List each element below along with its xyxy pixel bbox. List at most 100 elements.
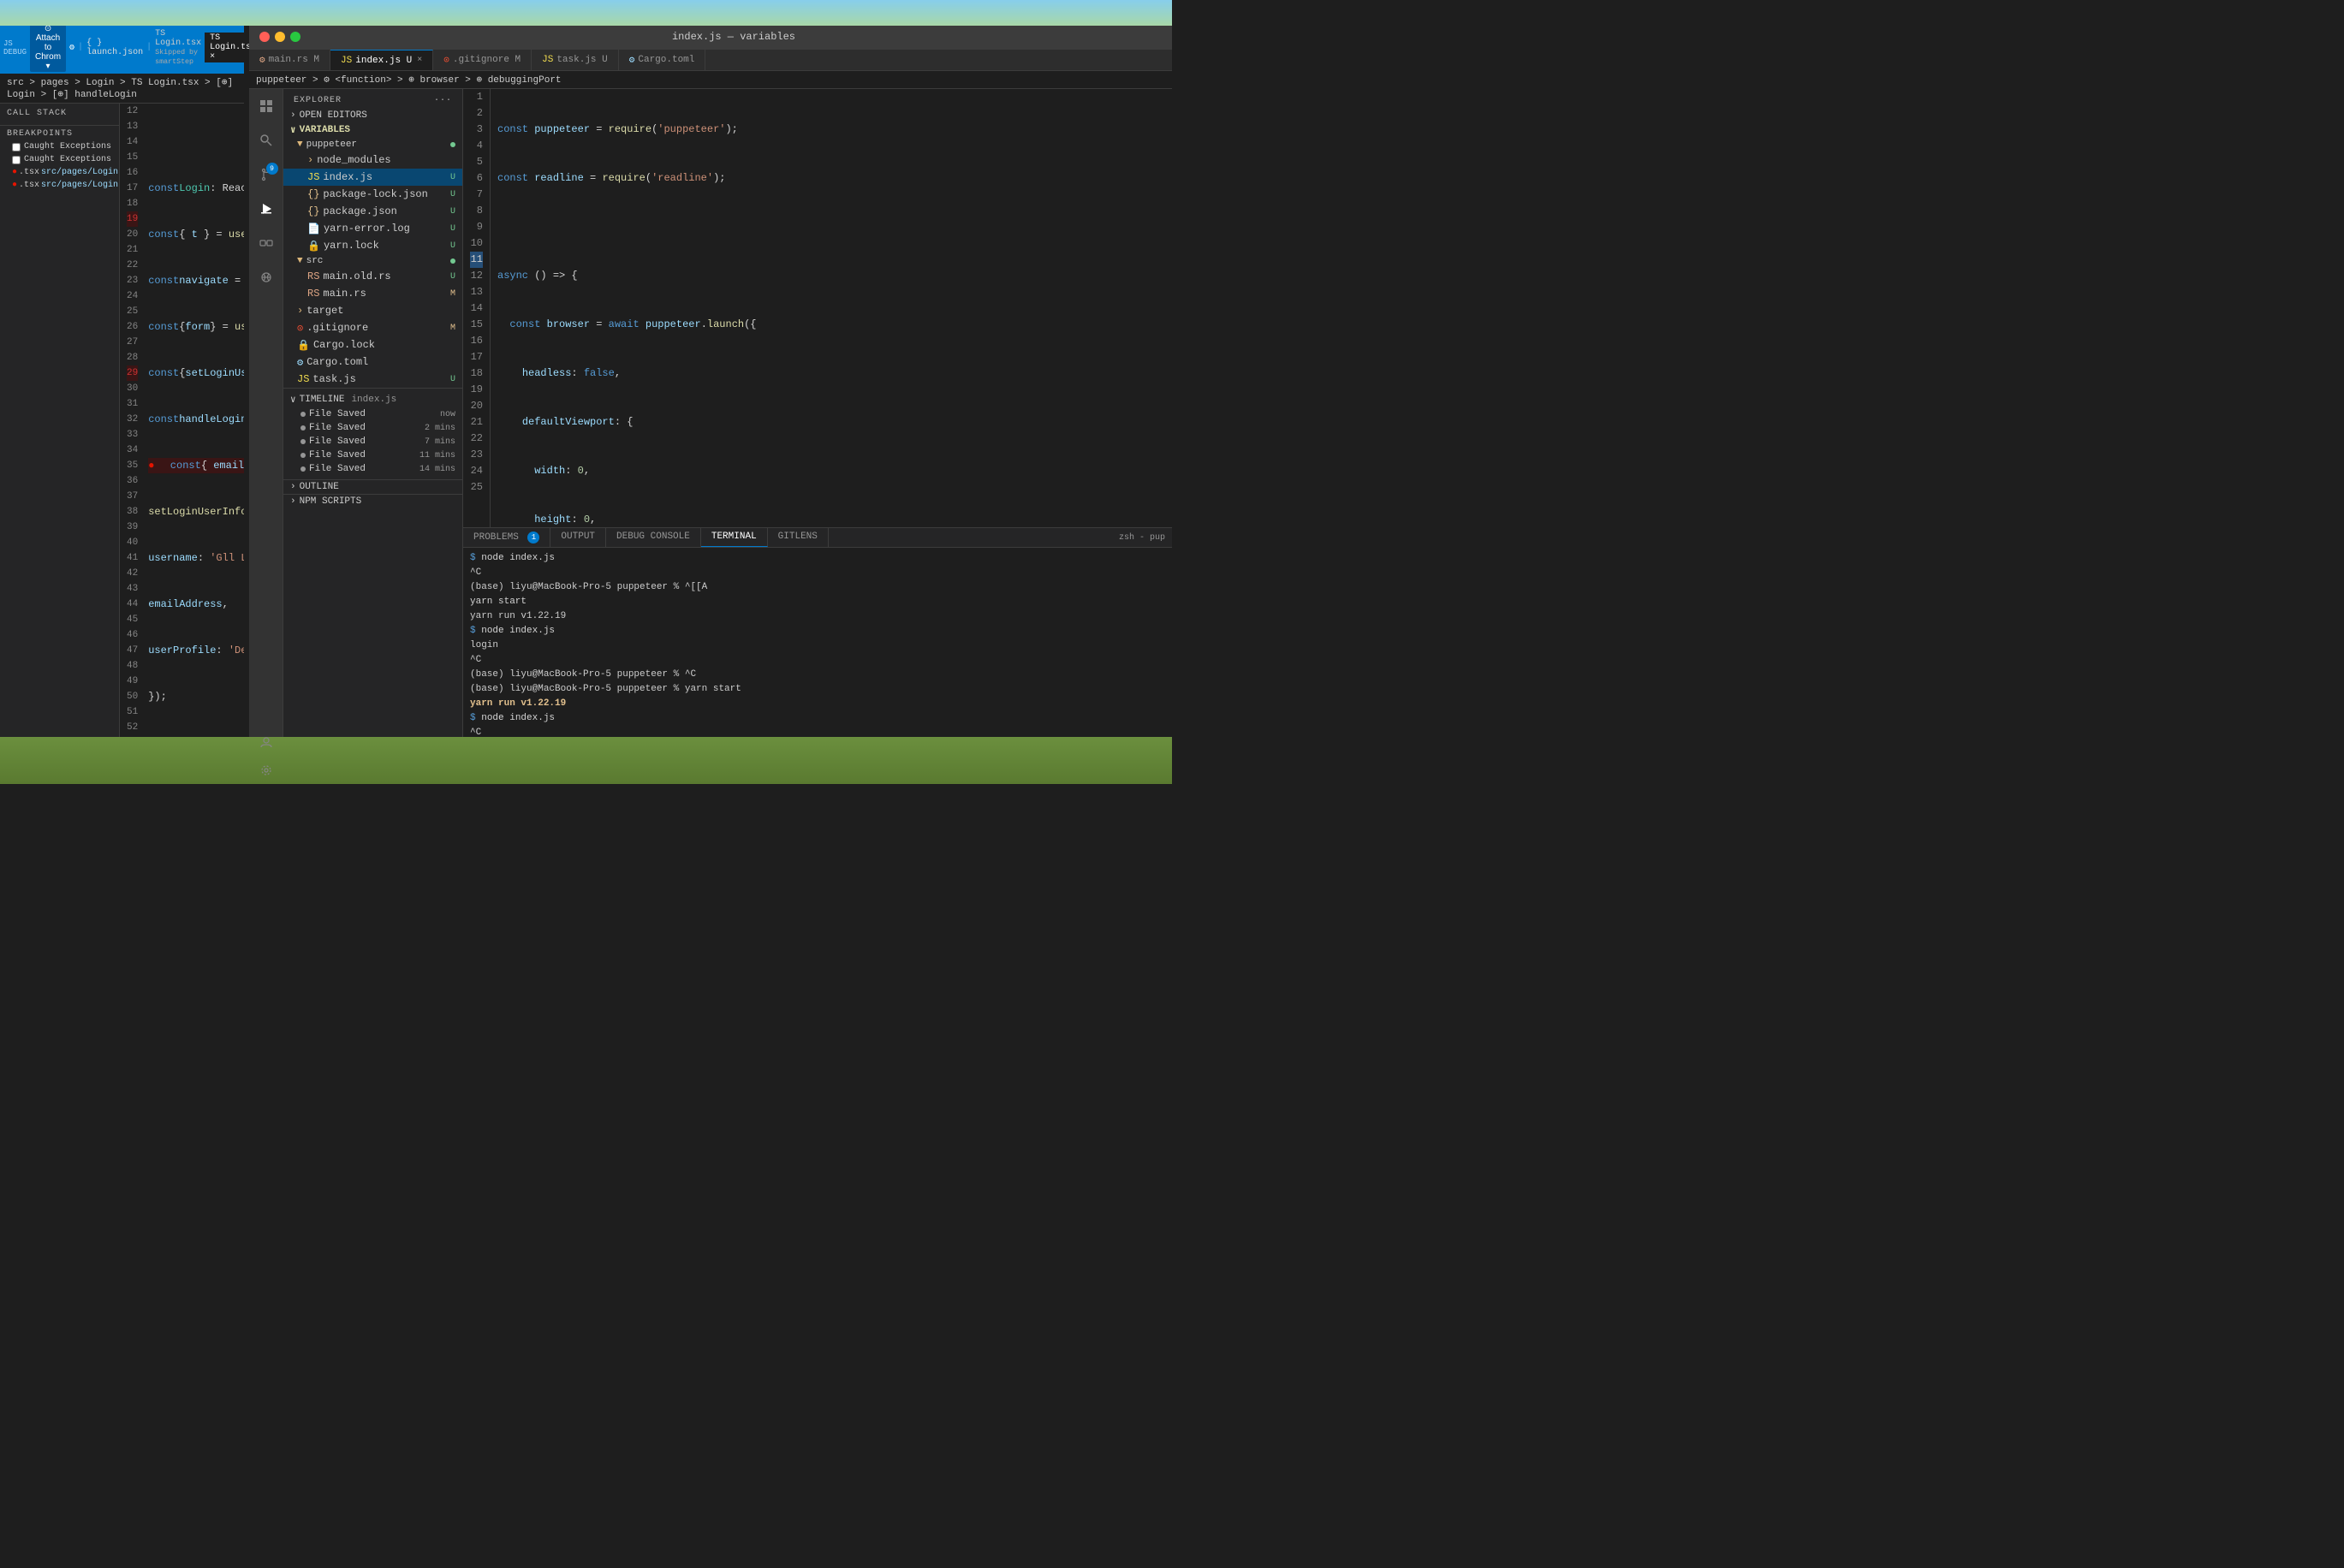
src-modified-dot <box>450 258 455 264</box>
modified-badge-m2: M <box>450 324 455 333</box>
tab-gitignore[interactable]: ⊙ .gitignore M <box>433 50 532 70</box>
outline-header[interactable]: › OUTLINE <box>283 480 462 494</box>
attach-chrome-button[interactable]: ⊙ Attach to Chrom ▾ <box>30 23 66 72</box>
timeline-item-5: File Saved 14 mins <box>283 462 462 476</box>
source-control-badge: 9 <box>266 163 278 175</box>
modified-badge-u: U <box>450 173 455 182</box>
timeline-section: ∨ TIMELINE index.js File Saved now File … <box>283 388 462 479</box>
tab-terminal[interactable]: TERMINAL <box>701 528 768 547</box>
terminal-content[interactable]: $ node index.js ^C (base) liyu@MacBook-P… <box>463 548 1172 767</box>
activity-account[interactable] <box>253 729 280 757</box>
term-line-2: ^C <box>470 566 1165 580</box>
breakpoint-2[interactable]: ● .tsx src/pages/Login 29 <box>0 179 119 192</box>
tree-main-old-rs[interactable]: RS main.old.rs U <box>283 268 462 285</box>
modified-badge-u3: U <box>450 207 455 217</box>
chevron-right-icon: › <box>290 110 296 121</box>
right-title-bar: index.js — variables <box>249 24 1172 50</box>
breakpoints-header: BREAKPOINTS <box>0 128 119 140</box>
src-folder[interactable]: ▼ src <box>283 254 462 268</box>
file-explorer-sidebar: EXPLORER ··· › OPEN EDITORS ∨ VARIABLES <box>283 89 463 784</box>
modified-badge-u2: U <box>450 190 455 199</box>
tree-target[interactable]: › target <box>283 302 462 319</box>
gear-icon[interactable]: ⚙ <box>69 43 74 53</box>
right-tab-bar: ⚙ main.rs M JS index.js U × ⊙ .gitignore… <box>249 50 1172 71</box>
rs-file-icon: RS <box>307 270 319 282</box>
mac-min-button[interactable] <box>275 32 285 42</box>
term-line-6: $ node index.js <box>470 624 1165 638</box>
term-line-12: $ node index.js <box>470 711 1165 726</box>
tree-gitignore[interactable]: ⊙ .gitignore M <box>283 319 462 336</box>
activity-bottom <box>253 729 280 784</box>
tree-cargo-toml[interactable]: ⚙ Cargo.toml <box>283 353 462 371</box>
tree-yarn-error[interactable]: 📄 yarn-error.log U <box>283 220 462 237</box>
line-numbers: 12131415 161718 19 20212223 24252627 28 … <box>120 104 145 767</box>
folder-src-icon: ▼ <box>297 256 303 266</box>
tree-main-rs[interactable]: RS main.rs M <box>283 285 462 302</box>
term-line-3: (base) liyu@MacBook-Pro-5 puppeteer % ^[… <box>470 580 1165 595</box>
bg-bottom <box>0 737 1172 784</box>
timeline-dot-2 <box>300 425 306 431</box>
timeline-item-3: File Saved 7 mins <box>283 435 462 448</box>
term-line-1: $ node index.js <box>470 551 1165 566</box>
tab-task-js[interactable]: JS task.js U <box>532 50 619 70</box>
left-breadcrumb: src > pages > Login > TS Login.tsx > [⊕]… <box>0 74 244 104</box>
mac-max-button[interactable] <box>290 32 300 42</box>
activity-extensions[interactable] <box>253 229 280 257</box>
timeline-header[interactable]: ∨ TIMELINE index.js <box>283 392 462 407</box>
folder-icon: ▼ <box>297 140 303 150</box>
activity-source-control[interactable]: 9 <box>253 161 280 188</box>
activity-explorer[interactable] <box>253 92 280 120</box>
tree-task-js[interactable]: JS task.js U <box>283 371 462 388</box>
debug-mode-label: JS DEBUG <box>3 39 27 56</box>
task-js-icon: JS <box>297 373 309 385</box>
mac-close-button[interactable] <box>259 32 270 42</box>
npm-header[interactable]: › NPM SCRIPTS <box>283 495 462 508</box>
tree-package-json[interactable]: {} package.json U <box>283 203 462 220</box>
term-line-4: yarn start <box>470 595 1165 609</box>
puppeteer-folder[interactable]: ▼ puppeteer <box>283 138 462 151</box>
chevron-right-npm: › <box>290 496 296 507</box>
breadcrumb-text: src > pages > Login > TS Login.tsx > [⊕]… <box>7 76 237 100</box>
explorer-more-icon[interactable]: ··· <box>434 96 452 105</box>
tab-gitlens[interactable]: GITLENS <box>768 528 829 547</box>
tree-yarn-lock[interactable]: 🔒 yarn.lock U <box>283 237 462 254</box>
tab-cargo-toml[interactable]: ⚙ Cargo.toml <box>619 50 706 70</box>
term-line-5: yarn run v1.22.19 <box>470 609 1165 624</box>
tab-index-js[interactable]: JS index.js U × <box>330 50 433 70</box>
launch-json-tab[interactable]: { } launch.json <box>86 39 143 57</box>
activity-search[interactable] <box>253 127 280 154</box>
login-tsx-tab-skipped[interactable]: TS Login.tsx Skipped by smartStep <box>155 29 201 67</box>
variables-section[interactable]: ∨ VARIABLES <box>283 122 462 138</box>
modified-badge-u5: U <box>450 241 455 251</box>
activity-run-debug[interactable] <box>253 195 280 223</box>
left-panel-content: CALL STACK BREAKPOINTS Caught Exceptions… <box>0 104 244 767</box>
right-code-editor: 12345 678910 11 12131415 1617181920 2122… <box>463 89 1172 784</box>
open-editors-section[interactable]: › OPEN EDITORS <box>283 109 462 122</box>
tab-problems[interactable]: PROBLEMS 1 <box>463 528 550 547</box>
uncaught-exceptions[interactable]: Caught Exceptions <box>0 153 119 166</box>
timeline-dot-5 <box>300 466 306 472</box>
activity-settings[interactable] <box>253 757 280 784</box>
tab-debug-console[interactable]: DEBUG CONSOLE <box>606 528 701 547</box>
tab-output[interactable]: OUTPUT <box>550 528 606 547</box>
timeline-item-1: File Saved now <box>283 407 462 421</box>
tree-index-js[interactable]: JS index.js U <box>283 169 462 186</box>
json-file-icon: {} <box>307 188 319 200</box>
breakpoint-1[interactable]: ● .tsx src/pages/Login 19 <box>0 166 119 179</box>
puppeteer-modified-dot <box>450 142 455 147</box>
timeline-item-4: File Saved 11 mins <box>283 448 462 462</box>
debug-toolbar: JS DEBUG ⊙ Attach to Chrom ▾ ⚙ | { } lau… <box>0 21 244 74</box>
rs-file-icon2: RS <box>307 288 319 300</box>
debug-separator2: | <box>146 43 152 52</box>
tree-node-modules[interactable]: › node_modules <box>283 151 462 169</box>
tree-package-lock[interactable]: {} package-lock.json U <box>283 186 462 203</box>
vscode-main: 9 <box>249 89 1172 784</box>
timeline-dot-4 <box>300 453 306 458</box>
tree-cargo-lock[interactable]: 🔒 Cargo.lock <box>283 336 462 353</box>
tab-close-index[interactable]: × <box>417 56 422 65</box>
modified-badge-u7: U <box>450 375 455 384</box>
caught-exceptions[interactable]: Caught Exceptions <box>0 140 119 153</box>
activity-remote[interactable] <box>253 264 280 291</box>
tab-main-rs[interactable]: ⚙ main.rs M <box>249 50 330 70</box>
chevron-right-outline: › <box>290 482 296 492</box>
